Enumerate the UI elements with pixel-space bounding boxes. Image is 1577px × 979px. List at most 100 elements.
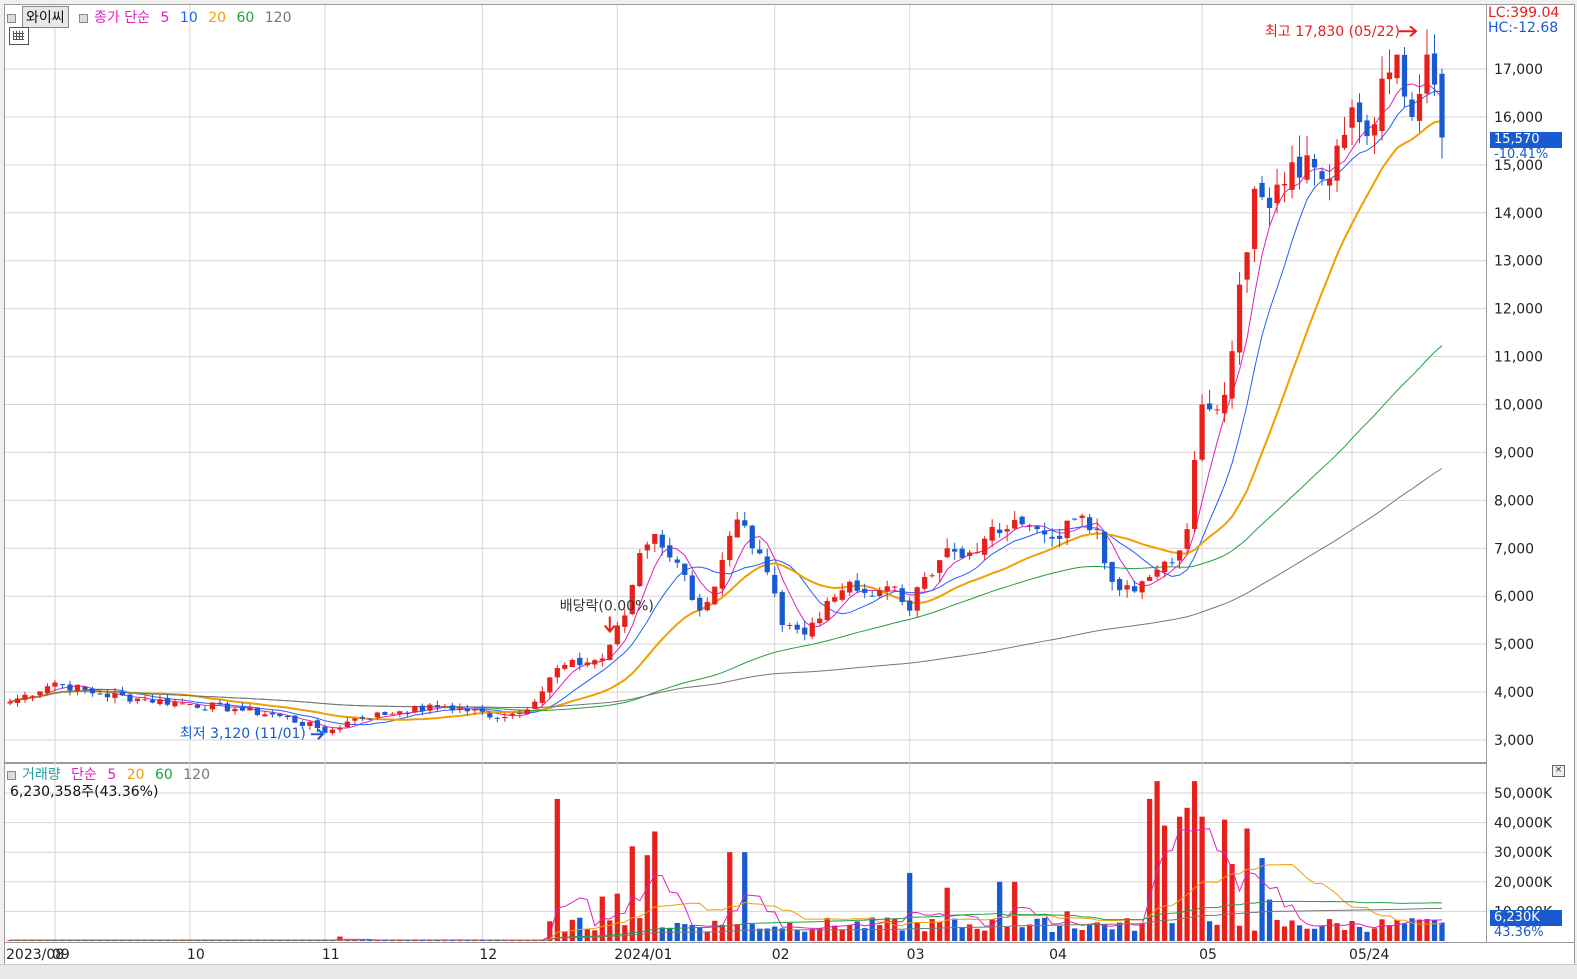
candle-body (794, 624, 800, 630)
candle-body (824, 601, 830, 621)
volume-bar (1319, 925, 1325, 941)
price-tick-label: 8,000 (1494, 493, 1534, 509)
ma-period-60[interactable]: 60 (236, 10, 254, 26)
grid-lines (5, 5, 1486, 941)
candle-body (37, 691, 43, 696)
candle-body (989, 526, 995, 541)
volume-bar (1012, 881, 1018, 941)
price-tick-label: 16,000 (1494, 110, 1543, 126)
volume-bar (1004, 926, 1010, 941)
volume-bar (734, 924, 740, 941)
price-tick-label: 10,000 (1494, 398, 1543, 414)
candle-body (652, 533, 658, 544)
candle-body (517, 712, 523, 714)
candle-body (1004, 529, 1010, 532)
candle-body (854, 580, 860, 591)
candle-body (472, 709, 478, 711)
volume-bar (1379, 919, 1385, 941)
candle-body (847, 581, 853, 593)
lc-value: LC:399.04 (1488, 5, 1560, 21)
date-tick-label: 10 (187, 947, 205, 963)
candle-body (787, 625, 793, 627)
volume-bar (1101, 924, 1108, 941)
volume-bar (1161, 825, 1168, 941)
candle-body (419, 705, 425, 712)
volume-bar (1266, 899, 1273, 941)
candle-body (479, 708, 485, 712)
volume-bar (922, 931, 928, 941)
candle-body (704, 601, 710, 611)
volume-bar (1281, 926, 1288, 941)
candle-body (329, 729, 336, 734)
low-annotation: 최저 3,120 (11/01) (180, 726, 306, 742)
candle-body (982, 538, 988, 555)
candle-body (884, 586, 890, 592)
candle-body (997, 529, 1003, 534)
volume-bar (982, 930, 988, 941)
candle-body (149, 699, 156, 703)
candle-body (1304, 155, 1310, 180)
volume-bar (847, 925, 853, 941)
candle-body (1236, 284, 1243, 353)
candle-body (1109, 561, 1115, 582)
candle-body (1199, 404, 1205, 460)
candle-body (412, 705, 418, 713)
volume-bar (1184, 807, 1190, 941)
volume-bar (997, 881, 1003, 941)
high-arrow-icon (1399, 25, 1418, 37)
date-tick-label: 03 (907, 947, 925, 963)
candle-body (1169, 562, 1175, 564)
volume-bar (1146, 798, 1153, 941)
legend-square-icon (7, 770, 16, 780)
volume-bar (1072, 928, 1078, 941)
ma-label[interactable]: 종가 단순 (94, 10, 150, 26)
candle-body (554, 668, 560, 678)
stock-name[interactable]: 와이씨 (22, 6, 69, 28)
ma-period-120[interactable]: 120 (265, 10, 292, 26)
candle-body (592, 660, 598, 665)
volume-bar (667, 927, 673, 941)
volume-bar (1311, 928, 1318, 941)
price-tag: 15,570 (1490, 132, 1562, 148)
candle-body (1064, 520, 1070, 539)
candle-body (869, 595, 875, 597)
candle-body (142, 699, 148, 701)
ma-period-20[interactable]: 20 (208, 10, 226, 26)
volume-bar (1416, 919, 1423, 941)
candle-body (89, 688, 96, 694)
candle-body (59, 684, 66, 686)
candle-body (599, 658, 605, 661)
candle-body (839, 590, 845, 600)
price-tick-label: 17,000 (1494, 62, 1543, 78)
volume-bar (1086, 925, 1093, 941)
candle-body (367, 718, 373, 720)
volume-bar (839, 929, 845, 941)
candle-body (397, 711, 403, 714)
volume-bar (809, 928, 815, 941)
candle-body (7, 701, 13, 704)
candle-body (1191, 459, 1198, 529)
candle-body (404, 712, 410, 715)
candle-body (442, 706, 448, 708)
volume-bar (1131, 930, 1138, 941)
volume-tick-label: 30,000K (1494, 845, 1553, 861)
candle-body (539, 691, 545, 703)
ma-line-20 (9, 119, 1443, 721)
close-icon[interactable]: × (1552, 765, 1565, 777)
candle-body (209, 702, 216, 710)
candle-body (1424, 54, 1430, 94)
volume-bar (554, 798, 560, 941)
candle-body (569, 659, 575, 668)
ma-period-10[interactable]: 10 (180, 10, 198, 26)
candle-body (247, 707, 253, 711)
ma-period-5[interactable]: 5 (161, 10, 170, 26)
candle-body (622, 615, 628, 627)
candle-body (727, 535, 733, 561)
candle-body (1266, 197, 1273, 208)
candle-body (1154, 569, 1160, 577)
vol-period-120[interactable]: 120 (183, 767, 210, 783)
volume-bar (937, 922, 943, 941)
price-change: -10.41% (1494, 147, 1549, 162)
table-icon[interactable] (9, 27, 29, 45)
legend-square-icon (7, 13, 16, 23)
